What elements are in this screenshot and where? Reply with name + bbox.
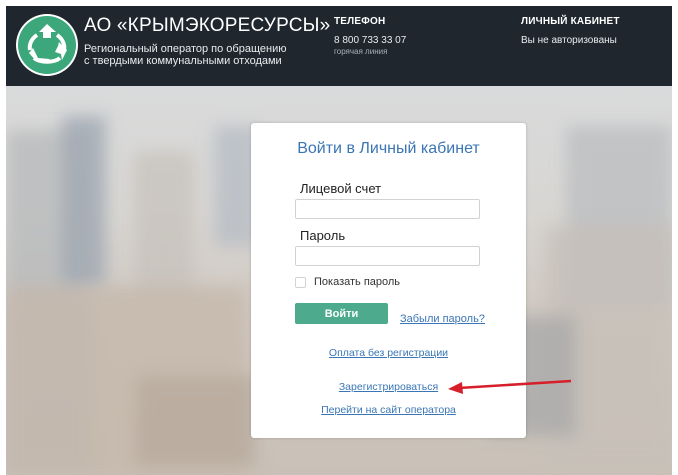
show-password-checkbox[interactable] (295, 276, 306, 288)
forgot-password-link[interactable]: Забыли пароль? (400, 313, 485, 325)
site-header: АО «КРЫМЭКОРЕСУРСЫ» Региональный операто… (6, 6, 672, 86)
brand-title: АО «КРЫМЭКОРЕСУРСЫ» (84, 15, 331, 36)
background-building (136, 376, 256, 466)
phone-label: ТЕЛЕФОН (334, 16, 386, 27)
recycle-logo-svg (18, 16, 76, 74)
login-button[interactable]: Войти (295, 303, 388, 324)
phone-number[interactable]: 8 800 733 33 07 (334, 35, 494, 46)
password-input[interactable] (295, 246, 480, 266)
password-label: Пароль (300, 228, 346, 243)
background-building (134, 152, 194, 302)
operator-site-link[interactable]: Перейти на сайт оператора (251, 404, 526, 416)
cabinet-block: ЛИЧНЫЙ КАБИНЕТ Вы не авторизованы (521, 16, 671, 46)
phone-block: ТЕЛЕФОН 8 800 733 33 07 горячая линия (334, 16, 494, 56)
show-password-row[interactable]: Показать пароль (295, 276, 400, 288)
phone-note: горячая линия (334, 47, 388, 56)
login-title: Войти в Личный кабинет (297, 140, 480, 157)
recycle-icon[interactable] (16, 14, 78, 76)
pay-without-registration-link[interactable]: Оплата без регистрации (251, 347, 526, 359)
brand-subtitle-line-2: с твердыми коммунальными отходами (84, 55, 282, 67)
red-arrow-icon (448, 379, 572, 394)
show-password-label[interactable]: Показать пароль (314, 276, 400, 288)
background-building (62, 116, 106, 286)
brand-subtitle-line-1: Региональный оператор по обращению (84, 43, 287, 55)
account-input[interactable] (295, 199, 480, 219)
cabinet-status: Вы не авторизованы (521, 35, 617, 46)
brand-subtitle: Региональный оператор по обращению с тве… (84, 43, 286, 67)
cabinet-label[interactable]: ЛИЧНЫЙ КАБИНЕТ (521, 16, 671, 27)
account-label: Лицевой счет (300, 181, 382, 196)
